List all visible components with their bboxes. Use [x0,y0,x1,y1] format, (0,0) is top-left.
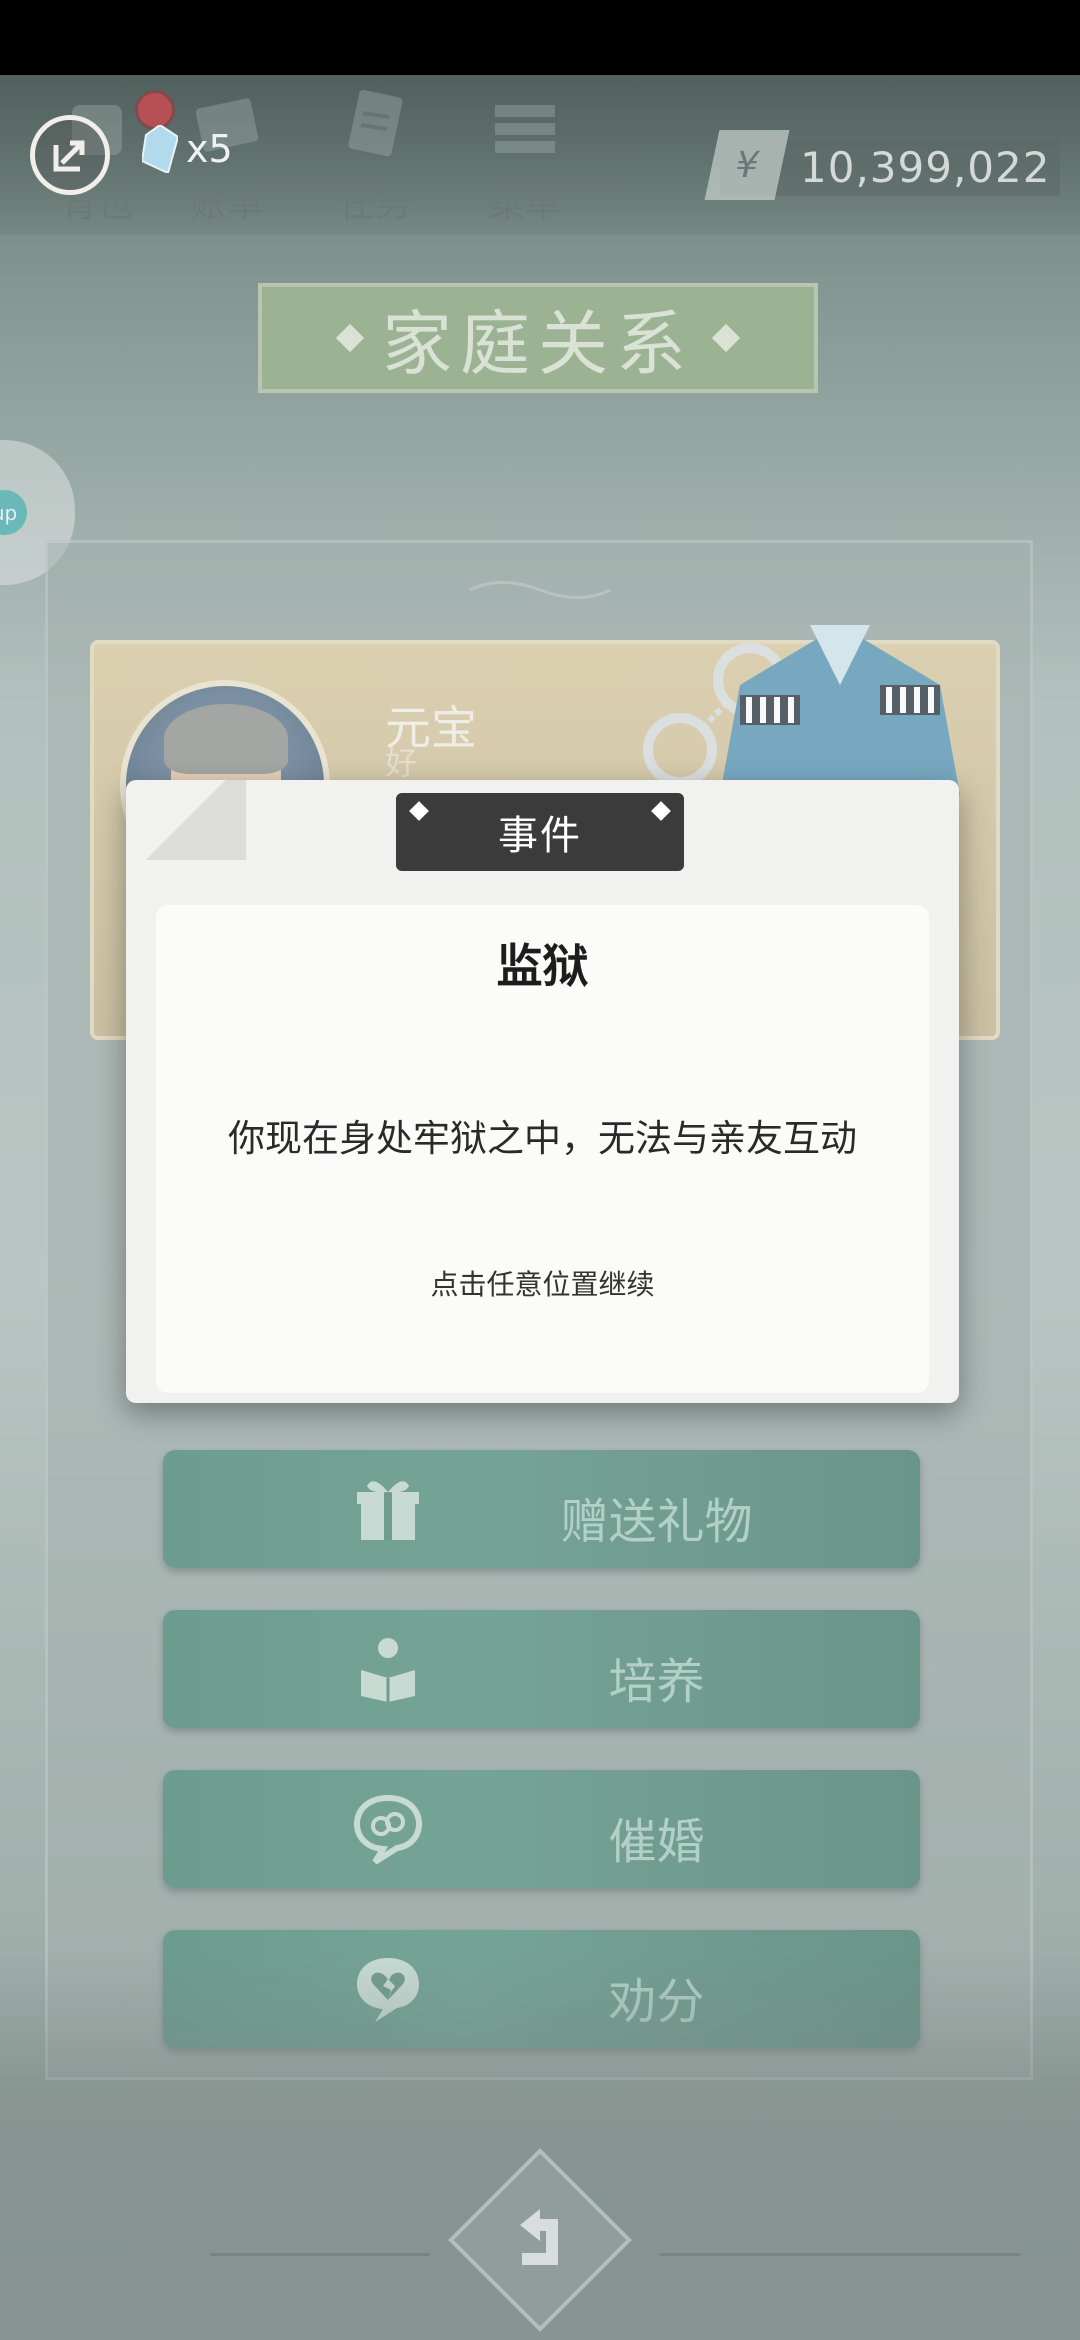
page-fold-corner [126,780,246,860]
event-dialog-tab: 事件 [396,793,684,871]
diamond-ornament-icon [409,801,429,821]
event-message: 你现在身处牢狱之中，无法与亲友互动 [228,1117,857,1160]
event-dialog-tab-title: 事件 [498,813,582,859]
event-title: 监狱 [496,939,589,993]
diamond-ornament-icon [651,801,671,821]
continue-hint: 点击任意位置继续 [430,1268,655,1301]
status-bar [0,0,1080,75]
